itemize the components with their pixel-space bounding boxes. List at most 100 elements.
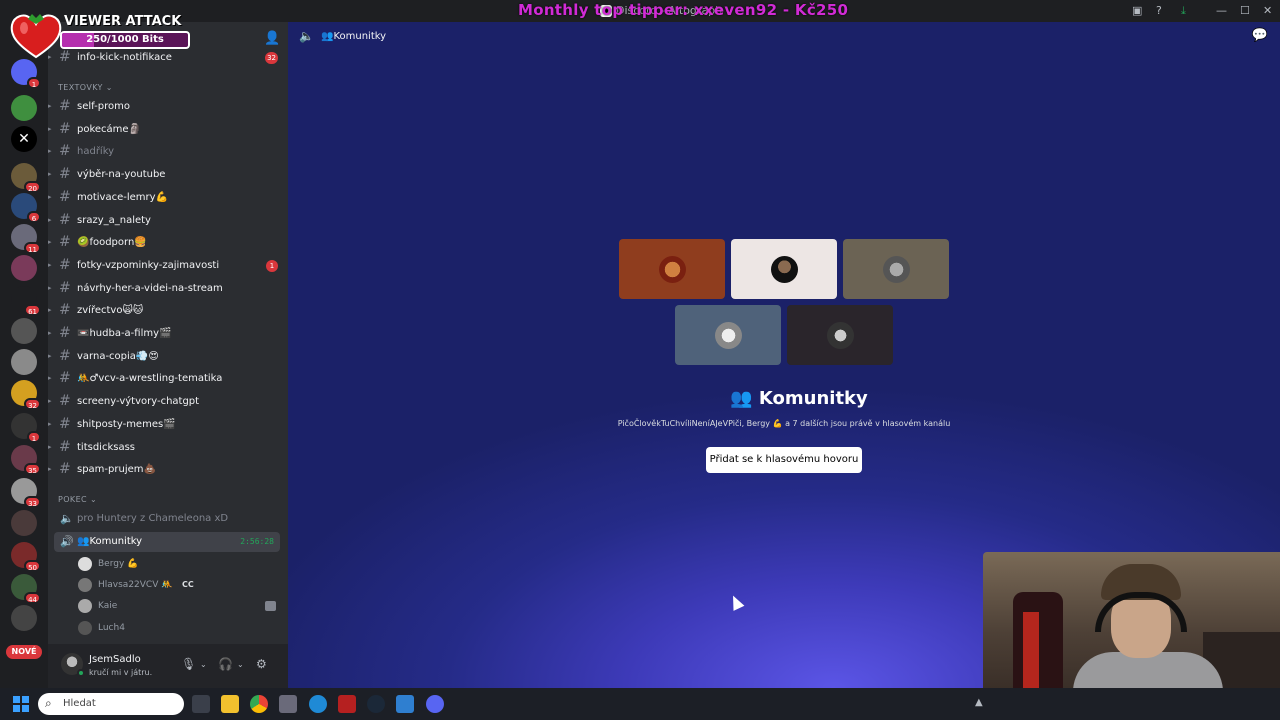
windows-start-icon[interactable] — [13, 696, 29, 712]
discord-taskbar-icon[interactable] — [426, 695, 444, 713]
steam-icon[interactable] — [367, 695, 385, 713]
server-icon-x[interactable]: ✕ — [11, 126, 37, 152]
server-icon[interactable]: 61 — [11, 286, 41, 316]
server-icon[interactable]: 50 — [11, 542, 41, 572]
server-icon[interactable]: 11 — [11, 224, 41, 254]
tomato-heart-icon — [10, 14, 62, 59]
text-channel[interactable]: ▸ # shitposty-memes🎬 — [48, 415, 284, 435]
text-channel[interactable]: ▸ # self-promo — [48, 97, 284, 117]
text-channel[interactable]: ▸ # 🥝foodporn🍔 — [48, 233, 284, 253]
server-icon[interactable] — [11, 605, 37, 631]
server-icon[interactable]: 32 — [11, 380, 41, 410]
headphones-icon[interactable]: 🎧 — [218, 657, 233, 671]
store-icon[interactable] — [279, 695, 297, 713]
participant-tile[interactable] — [675, 305, 781, 365]
server-icon[interactable] — [11, 349, 37, 375]
server-icon[interactable] — [11, 95, 37, 121]
hash-icon: # — [59, 302, 71, 319]
category-pokec[interactable]: POKEC ⌄ — [58, 495, 97, 504]
participant-tile[interactable] — [843, 239, 949, 299]
server-icon[interactable]: 1 — [11, 413, 41, 443]
text-channel[interactable]: ▸ # srazy_a_nalety — [48, 211, 284, 231]
text-channel[interactable]: ▸ # 🤼♂vcv-a-wrestling-tematika — [48, 369, 284, 389]
text-channel[interactable]: ▸ # hadříky — [48, 142, 284, 162]
server-icon[interactable]: 35 — [11, 445, 41, 475]
maximize-button[interactable]: ☐ — [1240, 4, 1250, 17]
expand-arrow-icon: ▸ — [48, 329, 52, 337]
text-channel[interactable]: ▸ # screeny-výtvory-chatgpt — [48, 392, 284, 412]
text-channel[interactable]: ▸ # 📼hudba-a-filmy🎬 — [48, 324, 284, 344]
channel-name: výběr-na-youtube — [77, 169, 166, 181]
user-name[interactable]: JsemSadlo — [89, 654, 141, 665]
add-member-icon[interactable]: 👤 — [264, 31, 280, 46]
server-rail: 1 ✕ 20 6 11 61 32 1 35 33 50 44 NOVÉ — [0, 22, 48, 688]
text-channel[interactable]: ▸ # fotky-vzpominky-zajimavosti 1 — [48, 256, 284, 276]
voice-user[interactable]: Kaie — [76, 596, 280, 616]
expand-arrow-icon: ▸ — [48, 442, 52, 451]
participant-tile[interactable] — [787, 305, 893, 365]
chevron-down-icon[interactable]: ⌄ — [237, 660, 244, 669]
voice-channel-pro-huntery[interactable]: 🔈 pro Huntery z Chameleona xD — [54, 509, 280, 529]
voice-user-name: Kaie — [98, 601, 118, 611]
close-button[interactable]: ✕ — [1263, 4, 1272, 17]
download-icon[interactable]: ⤓ — [1181, 4, 1186, 18]
inbox-icon[interactable]: ▣ — [1132, 4, 1142, 17]
server-badge: 32 — [24, 398, 41, 410]
new-messages-badge[interactable]: NOVÉ — [6, 645, 42, 659]
hash-icon: # — [59, 279, 71, 296]
voice-channel-name: 👥Komunitky — [77, 536, 143, 547]
participant-avatar — [883, 256, 910, 283]
voice-user[interactable]: Luch4 — [76, 618, 280, 638]
expand-arrow-icon: ▸ — [48, 260, 52, 269]
expand-arrow-icon: ▸ — [48, 215, 52, 224]
file-explorer-icon[interactable] — [221, 695, 239, 713]
server-icon[interactable]: 33 — [11, 478, 41, 508]
app-icon[interactable] — [338, 695, 356, 713]
voice-user[interactable]: Hlavsa22VCV 🤼 CC — [76, 575, 280, 595]
gear-icon[interactable]: ⚙ — [256, 657, 267, 671]
join-voice-button[interactable]: Přidat se k hlasovému hovoru — [706, 447, 862, 473]
edge-icon[interactable] — [309, 695, 327, 713]
server-icon[interactable]: 20 — [11, 163, 41, 193]
text-channel[interactable]: ▸ # titsdicksass — [48, 438, 284, 458]
microphone-icon[interactable]: 🎙 — [181, 657, 196, 671]
task-view-icon[interactable] — [192, 695, 210, 713]
server-icon[interactable] — [11, 510, 37, 536]
channel-name: self-promo — [77, 101, 130, 112]
text-channel[interactable]: ▸ # varna-copia💨😍 — [48, 347, 284, 367]
speaker-icon: 🔊 — [60, 535, 74, 548]
text-channel[interactable]: ▸ # spam-prujem💩 — [48, 460, 284, 480]
channel-name: 📼hudba-a-filmy🎬 — [77, 328, 172, 339]
system-tray-icon[interactable]: ▲ — [975, 697, 983, 708]
server-icon[interactable] — [11, 318, 37, 344]
voice-user[interactable]: Bergy 💪 — [76, 554, 280, 574]
taskbar-search[interactable]: ⌕ Hledat — [38, 693, 184, 715]
expand-arrow-icon: ▸ — [48, 283, 52, 292]
cc-badge: CC — [182, 580, 194, 589]
expand-arrow-icon: ▸ — [48, 124, 52, 133]
server-icon[interactable] — [11, 255, 37, 281]
text-channel[interactable]: ▸ # motivace-lemry💪 — [48, 188, 284, 208]
server-badge: 1 — [27, 77, 41, 89]
chevron-down-icon[interactable]: ⌄ — [200, 660, 207, 669]
text-channel[interactable]: ▸ # výběr-na-youtube — [48, 165, 284, 185]
text-channel[interactable]: ▸ # návrhy-her-a-videi-na-stream — [48, 279, 284, 299]
server-icon-home[interactable]: 1 — [11, 59, 41, 89]
help-icon[interactable]: ? — [1156, 4, 1162, 17]
text-channel[interactable]: ▸ # pokecáme🗿 — [48, 120, 284, 140]
chrome-icon[interactable] — [250, 695, 268, 713]
chat-bubble-icon[interactable]: 💬 — [1252, 28, 1268, 43]
text-channel[interactable]: ▸ # zvířectvo🙀🐱 — [48, 301, 284, 321]
viewer-attack-widget: VIEWER ATTACK 250/1000 Bits — [8, 10, 190, 60]
app-icon[interactable] — [396, 695, 414, 713]
minimize-button[interactable]: — — [1216, 4, 1227, 17]
server-icon[interactable]: 6 — [11, 193, 41, 223]
voice-channel-komunitky[interactable]: 🔊 👥Komunitky 2:56:28 — [54, 532, 280, 552]
server-icon[interactable]: 44 — [11, 574, 41, 604]
expand-arrow-icon: ▸ — [48, 419, 52, 428]
speaker-icon: 🔈 — [60, 512, 74, 525]
user-panel: JsemSadlo kručí mi v játru. 🎙 ⌄ 🎧 ⌄ ⚙ — [48, 644, 288, 688]
participant-tile[interactable] — [731, 239, 837, 299]
category-textovky[interactable]: TEXTOVKY ⌄ — [58, 83, 113, 92]
participant-tile[interactable] — [619, 239, 725, 299]
